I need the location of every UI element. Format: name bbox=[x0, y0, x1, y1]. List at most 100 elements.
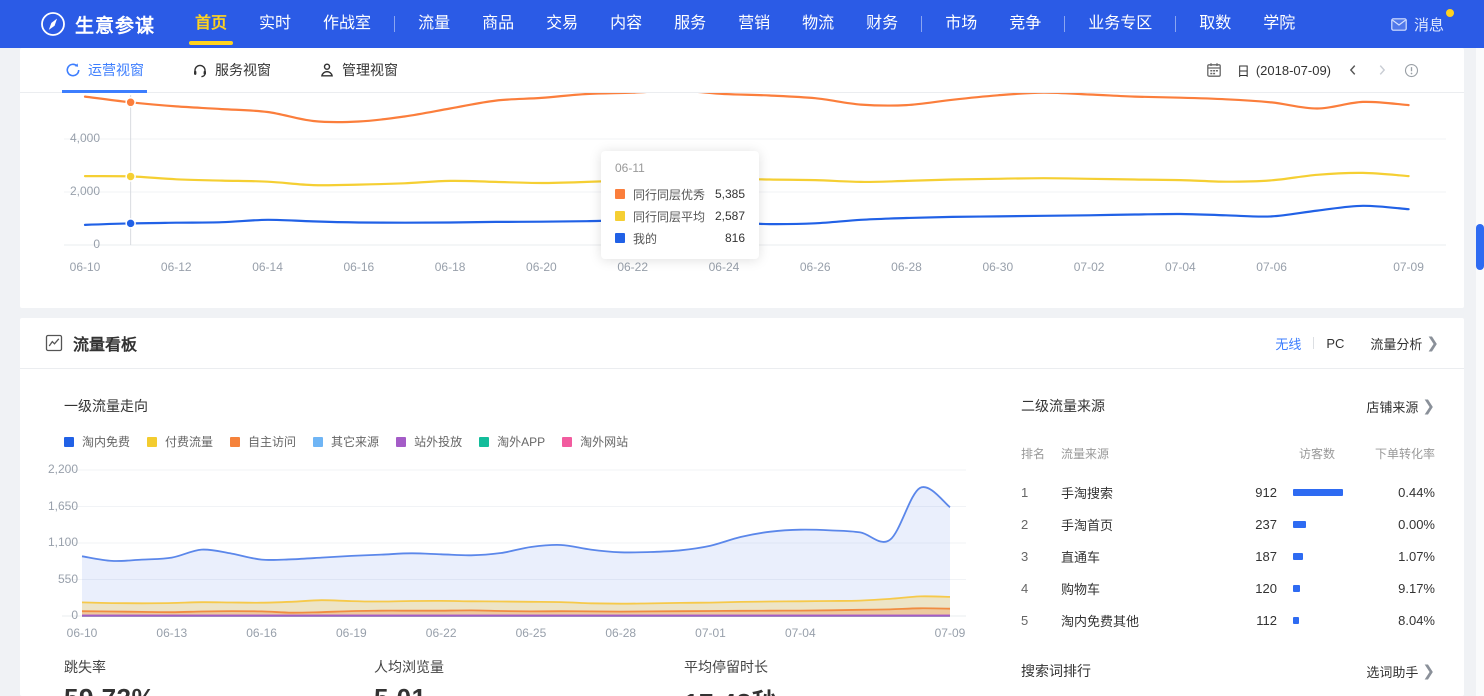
legend-swatch bbox=[147, 437, 157, 447]
nav-item[interactable]: 商品 bbox=[466, 0, 530, 48]
x-tick-label: 06-26 bbox=[800, 260, 831, 274]
top-nav: 生意参谋 首页实时作战室流量商品交易内容服务营销物流财务市场竞争业务专区取数学院… bbox=[0, 0, 1484, 48]
source-rank: 4 bbox=[1021, 581, 1061, 596]
legend-item[interactable]: 其它来源 bbox=[313, 433, 379, 450]
series-color-swatch bbox=[615, 233, 625, 243]
word-assistant-link[interactable]: 选词助手 ❯ bbox=[1366, 662, 1435, 681]
legend-item[interactable]: 淘外APP bbox=[479, 433, 545, 450]
x-tick-label: 06-10 bbox=[70, 260, 101, 274]
x-tick-label: 07-04 bbox=[785, 626, 816, 640]
secondary-source-header: 二级流量来源 店铺来源 ❯ bbox=[1021, 396, 1435, 416]
source-visitors: 912 bbox=[1207, 485, 1277, 500]
x-tick-label: 06-25 bbox=[516, 626, 547, 640]
tab-operate[interactable]: 运营视窗 bbox=[65, 48, 144, 93]
nav-item[interactable]: 物流 bbox=[786, 0, 850, 48]
legend-label: 淘外APP bbox=[497, 433, 545, 450]
x-tick-label: 06-19 bbox=[336, 626, 367, 640]
source-table-row[interactable]: 3直通车1871.07% bbox=[1021, 540, 1435, 572]
sycm-dashboard: 生意参谋 首页实时作战室流量商品交易内容服务营销物流财务市场竞争业务专区取数学院… bbox=[0, 0, 1484, 696]
legend-item[interactable]: 付费流量 bbox=[147, 433, 213, 450]
source-name[interactable]: 购物车 bbox=[1061, 579, 1207, 598]
brand[interactable]: 生意参谋 bbox=[40, 11, 155, 38]
nav-item[interactable]: 作战室 bbox=[307, 0, 387, 48]
col-source: 流量来源 bbox=[1061, 445, 1179, 462]
prev-day-button[interactable] bbox=[1346, 63, 1360, 77]
source-rank: 5 bbox=[1021, 613, 1061, 628]
stat-value: 5.01 bbox=[374, 683, 684, 696]
tooltip-series-value: 2,587 bbox=[715, 209, 745, 223]
nav-item[interactable]: 实时 bbox=[243, 0, 307, 48]
tab-service[interactable]: 服务视窗 bbox=[192, 48, 271, 93]
col-rank: 排名 bbox=[1021, 445, 1061, 462]
source-table-row[interactable]: 1手淘搜索9120.44% bbox=[1021, 476, 1435, 508]
tooltip-series-label: 我的 bbox=[633, 230, 657, 247]
info-icon[interactable] bbox=[1404, 63, 1419, 78]
visitors-bar-fill bbox=[1293, 617, 1299, 624]
legend-item[interactable]: 淘外网站 bbox=[562, 433, 628, 450]
scrollbar-track[interactable] bbox=[1476, 48, 1484, 696]
date-granularity: 日 bbox=[1237, 61, 1250, 80]
legend-item[interactable]: 自主访问 bbox=[230, 433, 296, 450]
nav-divider bbox=[394, 16, 395, 32]
legend-swatch bbox=[396, 437, 406, 447]
source-table-row[interactable]: 5淘内免费其他1128.04% bbox=[1021, 604, 1435, 636]
chart-tooltip: 06-11 同行同层优秀5,385同行同层平均2,587我的816 bbox=[601, 151, 759, 259]
line-chart-icon bbox=[45, 334, 63, 352]
traffic-stats: 跳失率59.73%人均浏览量5.01平均停留时长17.48秒 bbox=[64, 657, 994, 696]
source-name[interactable]: 手淘首页 bbox=[1061, 515, 1207, 534]
x-tick-label: 06-16 bbox=[246, 626, 277, 640]
search-rank-title: 搜索词排行 bbox=[1021, 661, 1091, 681]
legend-item[interactable]: 淘内免费 bbox=[64, 433, 130, 450]
source-conversion: 0.00% bbox=[1365, 517, 1435, 532]
source-name[interactable]: 直通车 bbox=[1061, 547, 1207, 566]
nav-item[interactable]: 财务 bbox=[850, 0, 914, 48]
device-toggle-pc[interactable]: PC bbox=[1326, 336, 1344, 351]
primary-trend-chart[interactable] bbox=[20, 454, 1000, 626]
nav-item[interactable]: 取数 bbox=[1183, 0, 1247, 48]
view-tabs: 运营视窗 服务视窗 管理视窗 bbox=[65, 48, 446, 93]
x-tick-label: 06-22 bbox=[426, 626, 457, 640]
nav-item[interactable]: 业务专区 bbox=[1072, 0, 1168, 48]
legend-swatch bbox=[230, 437, 240, 447]
source-name[interactable]: 手淘搜索 bbox=[1061, 483, 1207, 502]
nav-item[interactable]: 交易 bbox=[530, 0, 594, 48]
scrollbar-thumb[interactable] bbox=[1476, 224, 1484, 270]
nav-item[interactable]: 流量 bbox=[402, 0, 466, 48]
source-table-row[interactable]: 4购物车120 9.17% bbox=[1021, 572, 1435, 604]
source-conversion: 9.17% bbox=[1365, 581, 1435, 596]
traffic-board-header: 流量看板 无线 PC 流量分析 ❯ bbox=[20, 318, 1464, 369]
stat-label: 跳失率 bbox=[64, 657, 374, 677]
y-tick-label: 0 bbox=[40, 237, 100, 251]
hover-dot bbox=[126, 172, 135, 181]
tooltip-rows: 同行同层优秀5,385同行同层平均2,587我的816 bbox=[615, 183, 745, 249]
legend-swatch bbox=[479, 437, 489, 447]
calendar-icon[interactable] bbox=[1206, 62, 1222, 78]
nav-item[interactable]: 首页 bbox=[179, 0, 243, 48]
next-day-button[interactable] bbox=[1375, 63, 1389, 77]
operate-icon bbox=[65, 62, 81, 78]
y-tick-label: 2,000 bbox=[40, 184, 100, 198]
nav-item[interactable]: 服务 bbox=[658, 0, 722, 48]
traffic-board-body: 一级流量走向 淘内免费付费流量自主访问其它来源站外投放淘外APP淘外网站 06-… bbox=[20, 369, 1464, 695]
source-table-row[interactable]: 2手淘首页2370.00% bbox=[1021, 508, 1435, 540]
shop-source-link[interactable]: 店铺来源 ❯ bbox=[1366, 397, 1435, 416]
x-tick-label: 06-24 bbox=[709, 260, 740, 274]
nav-item[interactable]: 内容 bbox=[594, 0, 658, 48]
date-picker[interactable]: 日 (2018-07-09) bbox=[1237, 61, 1331, 80]
source-conversion: 0.44% bbox=[1365, 485, 1435, 500]
visitors-bar bbox=[1277, 553, 1365, 560]
visitors-bar-fill bbox=[1293, 553, 1303, 560]
nav-item[interactable]: 竞争 bbox=[993, 0, 1057, 48]
device-toggle-wireless[interactable]: 无线 bbox=[1275, 334, 1301, 353]
nav-item[interactable]: 市场 bbox=[929, 0, 993, 48]
traffic-analysis-link[interactable]: 流量分析 ❯ bbox=[1370, 334, 1439, 353]
nav-item[interactable]: 学院 bbox=[1247, 0, 1311, 48]
legend-label: 站外投放 bbox=[414, 433, 462, 450]
message-button[interactable]: 消息 bbox=[1391, 14, 1456, 35]
tab-manage[interactable]: 管理视窗 bbox=[319, 48, 398, 93]
legend-item[interactable]: 站外投放 bbox=[396, 433, 462, 450]
nav-item[interactable]: 营销 bbox=[722, 0, 786, 48]
x-tick-label: 06-16 bbox=[343, 260, 374, 274]
source-visitors: 120 bbox=[1207, 581, 1277, 596]
source-name[interactable]: 淘内免费其他 bbox=[1061, 611, 1207, 630]
